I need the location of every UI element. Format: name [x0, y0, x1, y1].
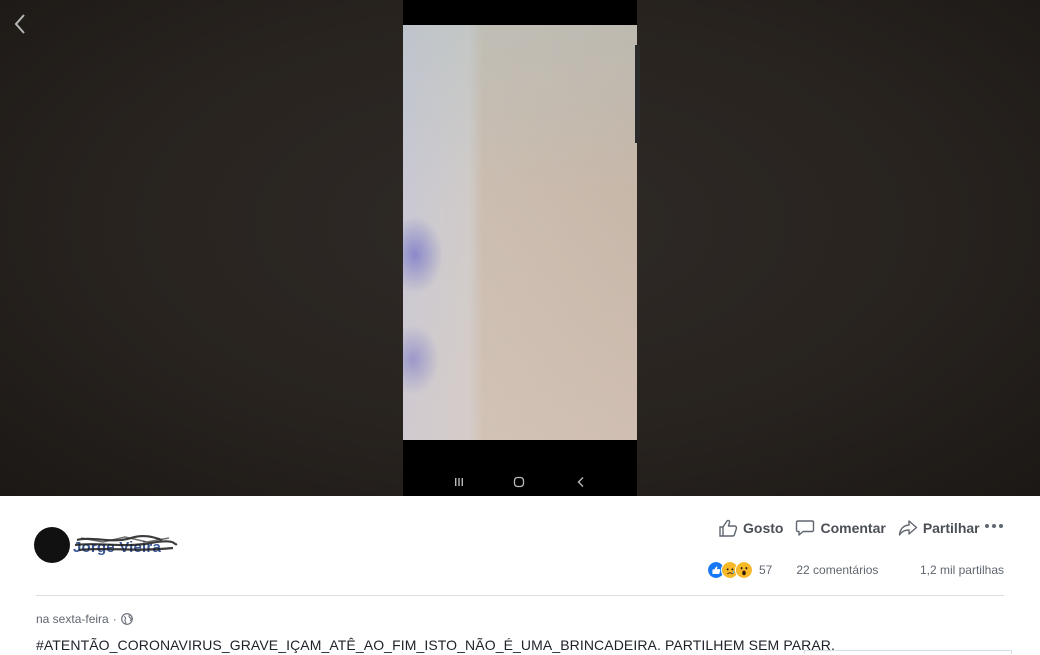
- thumbs-up-icon: [719, 519, 738, 537]
- comment-icon: [796, 520, 815, 536]
- wow-reaction-icon: [735, 561, 753, 579]
- share-button[interactable]: Partilhar: [898, 519, 980, 537]
- home-icon: [513, 476, 525, 488]
- phone-edge-panel: [635, 45, 640, 143]
- post-stats: 57 22 comentários 1,2 mil partilhas: [707, 560, 1004, 580]
- divider: [36, 595, 1004, 596]
- comment-button[interactable]: Comentar: [795, 519, 886, 537]
- recent-apps-icon: [455, 478, 463, 486]
- comment-label: Comentar: [820, 520, 886, 536]
- like-button[interactable]: Gosto: [718, 519, 783, 537]
- redaction-scribble: [74, 534, 178, 552]
- globe-icon: [120, 613, 133, 625]
- post-actions: Gosto Comentar Partilhar: [718, 517, 992, 539]
- more-dot: [992, 524, 996, 528]
- comments-count-link[interactable]: 22 comentários: [796, 563, 878, 577]
- avatar[interactable]: [34, 527, 70, 563]
- share-label: Partilhar: [922, 520, 980, 536]
- post-text: #ATENTÃO_CORONAVIRUS_GRAVE_IÇAM_ATÊ_AO_F…: [36, 637, 835, 653]
- facebook-video-post: Jorge Vieira Gosto Comentar Partilhar 57…: [0, 0, 1040, 655]
- reactions-summary[interactable]: 57: [707, 561, 772, 579]
- share-icon: [898, 520, 918, 536]
- phone-recording-frame: [403, 0, 640, 496]
- post-timestamp[interactable]: na sexta-feira: [36, 612, 109, 626]
- more-dot: [999, 524, 1003, 528]
- like-label: Gosto: [743, 520, 784, 536]
- more-options-button[interactable]: [985, 517, 1003, 535]
- back-button[interactable]: [10, 12, 32, 36]
- android-back-icon: [577, 477, 584, 487]
- post-meta: na sexta-feira ·: [36, 612, 133, 626]
- shares-count-link[interactable]: 1,2 mil partilhas: [920, 563, 1004, 577]
- video-frame: [403, 25, 637, 440]
- reactions-count: 57: [759, 563, 773, 577]
- post-footer: Jorge Vieira Gosto Comentar Partilhar 57…: [0, 496, 1040, 655]
- comment-box-edge: [804, 650, 1012, 654]
- phone-navigation-bar: [403, 470, 637, 494]
- video-viewer[interactable]: [0, 0, 1040, 496]
- meta-separator: ·: [112, 612, 117, 626]
- more-options-icon: [985, 524, 989, 528]
- chevron-left-icon: [14, 14, 25, 34]
